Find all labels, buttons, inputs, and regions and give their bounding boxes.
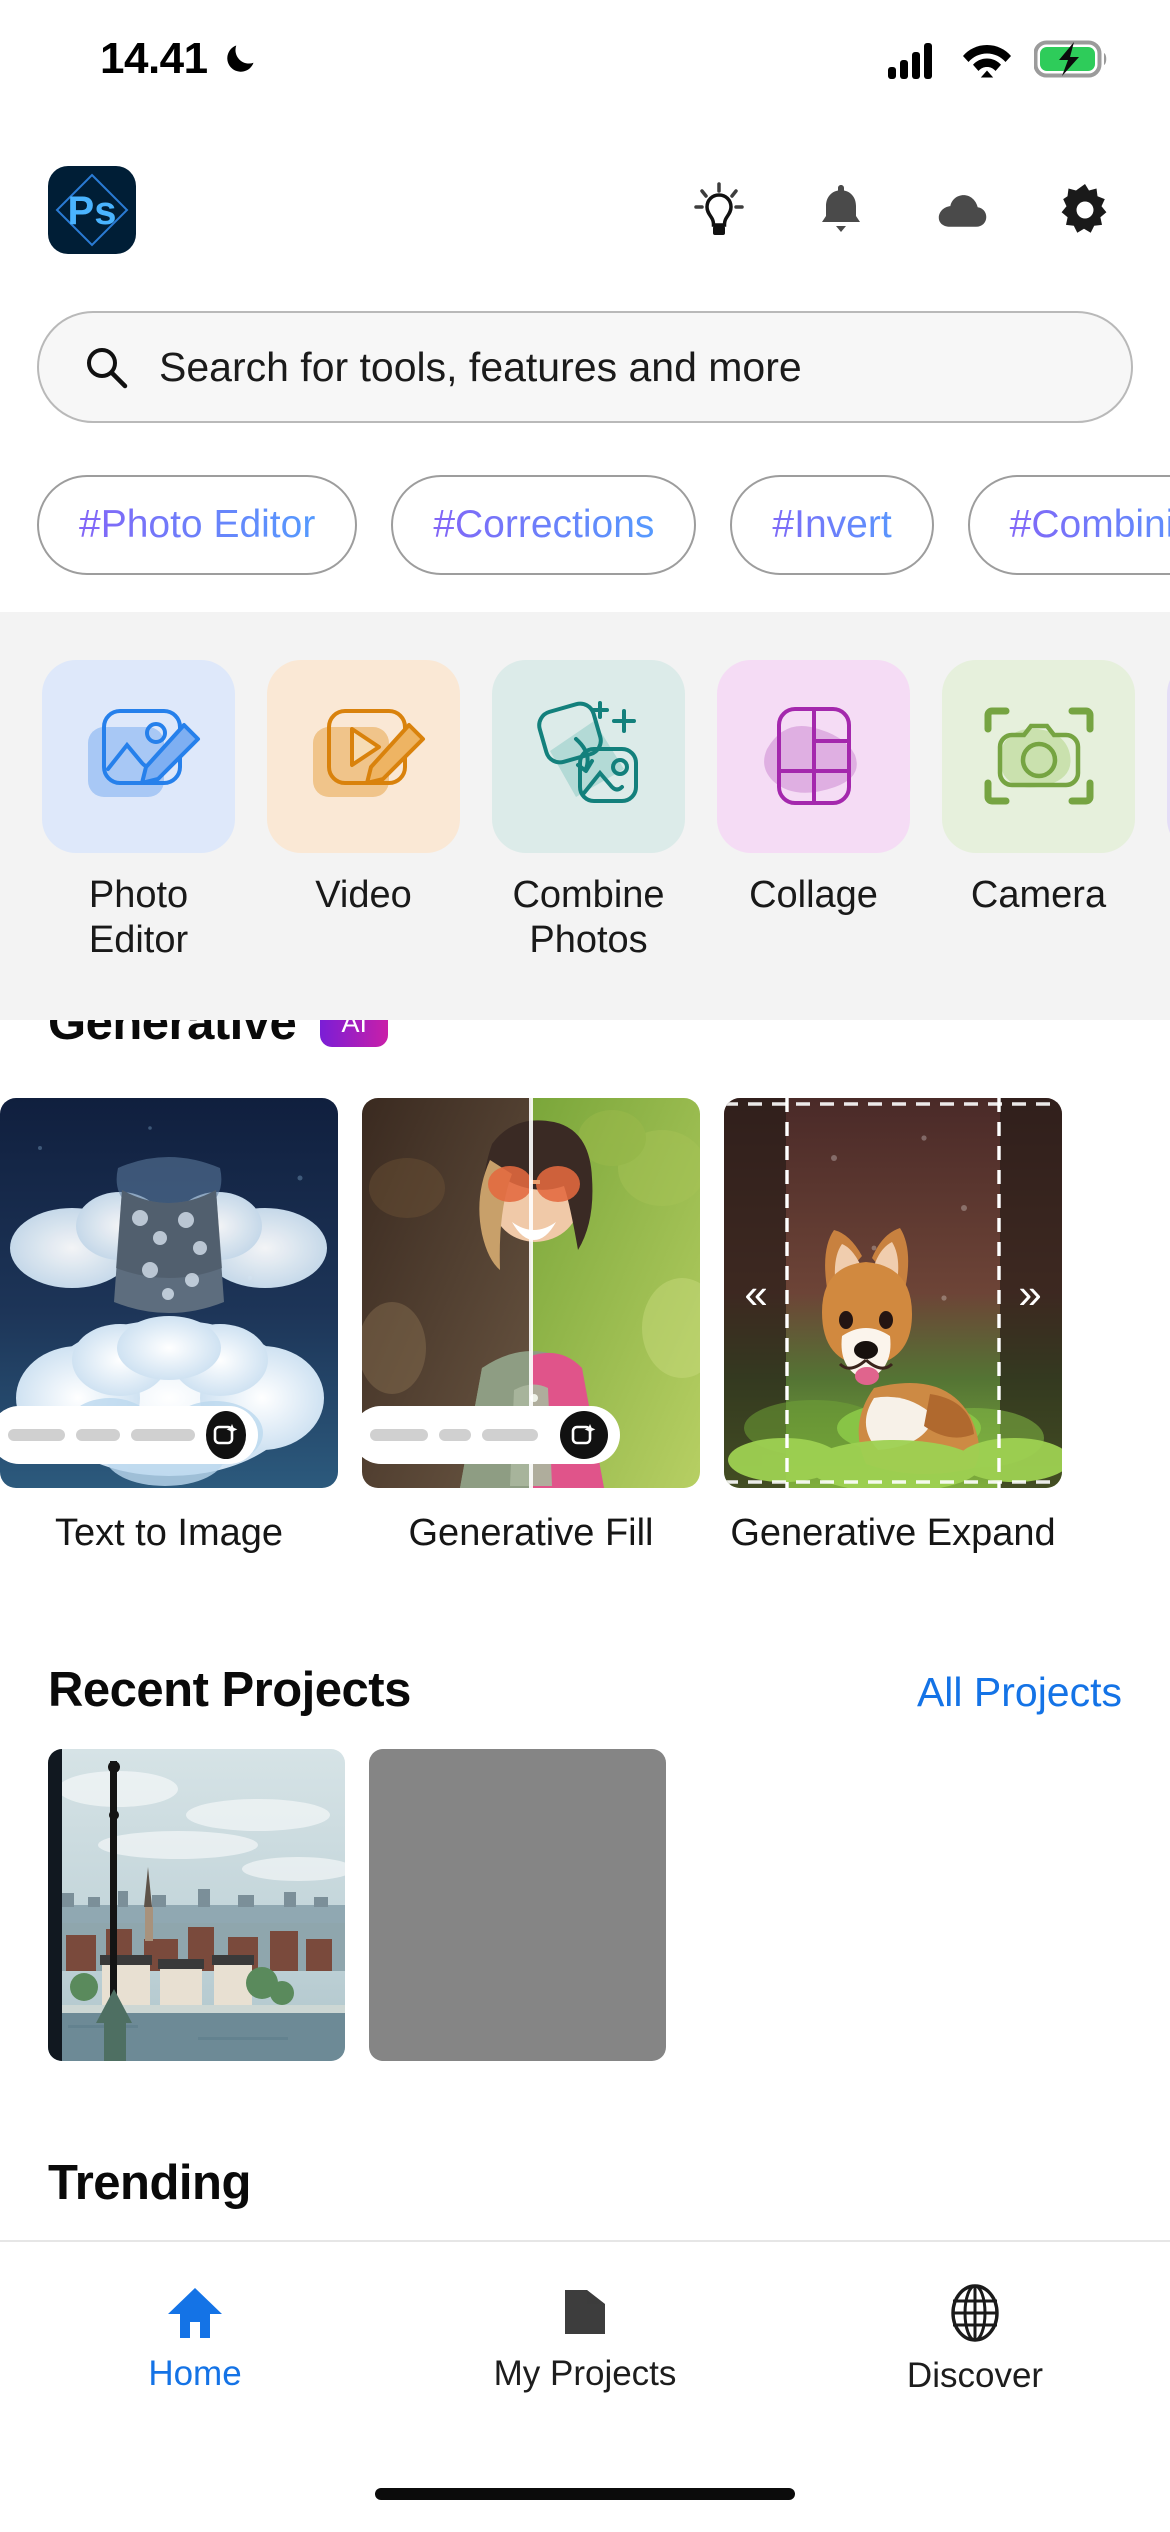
app-header: Ps — [0, 155, 1170, 265]
tool-tile-camera — [942, 660, 1135, 853]
app-header-actions — [692, 182, 1112, 237]
tag-chip-photo-editor[interactable]: #Photo Editor — [37, 475, 358, 575]
recent-projects-header: Recent Projects All Projects — [48, 1662, 1122, 1718]
status-time: 14.41 — [100, 34, 208, 83]
prompt-placeholder-segment — [370, 1429, 428, 1441]
nav-label-my-projects: My Projects — [493, 2354, 677, 2393]
recent-projects-row — [48, 1749, 666, 2061]
generate-button-icon[interactable] — [205, 1411, 246, 1459]
tool-tile-collage — [717, 660, 910, 853]
nav-item-discover[interactable]: Discover — [780, 2284, 1170, 2396]
expand-right-chevron: » — [1018, 1270, 1041, 1317]
bell-icon[interactable] — [814, 183, 868, 237]
globe-icon — [951, 2284, 999, 2342]
search-input[interactable]: Search for tools, features and more — [37, 311, 1133, 423]
recent-projects-title: Recent Projects — [48, 1663, 411, 1717]
all-projects-link[interactable]: All Projects — [917, 1669, 1122, 1716]
status-bar: 14.41 — [0, 0, 1170, 118]
search-icon — [87, 348, 128, 389]
tag-chip-row[interactable]: #Photo Editor #Corrections #Invert #Comb… — [37, 470, 1170, 580]
tool-label-combine-photos: Combine Photos — [512, 874, 665, 961]
expand-left-chevron: « — [744, 1270, 767, 1317]
status-right-group — [888, 39, 1108, 79]
generative-card-generative-fill[interactable]: Generative Fill — [362, 1098, 700, 1555]
tool-photo-editor[interactable]: Photo Editor — [42, 660, 235, 963]
prompt-placeholder-segment — [76, 1429, 120, 1441]
lightbulb-icon[interactable] — [692, 182, 746, 237]
battery-charging-icon — [1034, 40, 1107, 78]
prompt-placeholder-segment — [130, 1429, 195, 1441]
project-thumb-placeholder[interactable] — [369, 1749, 666, 2061]
tag-chip-invert[interactable]: #Invert — [730, 475, 934, 575]
generative-label-generative-fill: Generative Fill — [408, 1512, 654, 1554]
home-indicator[interactable] — [375, 2488, 795, 2500]
tool-tile-video — [267, 660, 460, 853]
tool-label-camera: Camera — [970, 874, 1107, 916]
generative-label-text-to-image: Text to Image — [54, 1512, 284, 1554]
cloud-icon[interactable] — [936, 183, 990, 237]
nav-label-discover: Discover — [906, 2356, 1044, 2395]
thumb-generative-expand: « » — [724, 1098, 1062, 1488]
ps-diamond-icon: Ps — [55, 173, 129, 247]
home-icon — [168, 2288, 222, 2338]
tool-label-photo-editor: Photo Editor — [88, 874, 189, 961]
trending-title: Trending — [48, 2156, 251, 2210]
thumb-cloud-dress — [0, 1098, 338, 1488]
photo-edit-icon — [87, 708, 200, 797]
generative-card-generative-expand[interactable]: « » Generative Expand — [724, 1098, 1062, 1555]
tag-chip-combining[interactable]: #Combining — [967, 475, 1170, 575]
prompt-bar-text-to-image[interactable] — [0, 1406, 258, 1464]
nav-item-home[interactable]: Home — [0, 2284, 390, 2394]
prompt-bar-generative-fill[interactable] — [362, 1406, 620, 1464]
svg-text:Ps: Ps — [68, 189, 117, 233]
prompt-placeholder-segment — [439, 1429, 471, 1441]
tools-panel: Photo Editor Video Combine Photos Collag… — [0, 612, 1170, 1020]
wifi-icon — [963, 45, 1011, 78]
prompt-placeholder-segment — [8, 1429, 66, 1441]
tool-video[interactable]: Video — [267, 660, 460, 963]
project-thumb-stockholm[interactable] — [48, 1749, 345, 2061]
tools-row: Photo Editor Video Combine Photos Collag… — [42, 660, 1170, 963]
tool-camera[interactable]: Camera — [942, 660, 1135, 963]
generate-button-icon[interactable] — [560, 1411, 608, 1459]
tool-tile-combine-photos — [492, 660, 685, 853]
combine-photos-icon — [536, 700, 638, 803]
nav-item-my-projects[interactable]: My Projects — [390, 2284, 780, 2394]
moon-icon — [226, 45, 254, 72]
collage-grid-icon — [763, 706, 857, 805]
tool-label-collage: Collage — [749, 874, 878, 916]
video-edit-icon — [312, 708, 425, 797]
app-screen: 14.41 Ps Search for tools, features and … — [0, 0, 1170, 2532]
bottom-navigation: Home My Projects Discover — [0, 2240, 1170, 2532]
generative-card-row: Text to Image Generative Fill « » Genera… — [0, 1098, 1062, 1555]
photoshop-logo[interactable]: Ps — [48, 166, 136, 254]
search-placeholder-text: Search for tools, features and more — [159, 343, 802, 390]
tool-combine-photos[interactable]: Combine Photos — [492, 660, 685, 963]
status-left-group: 14.41 — [100, 34, 258, 84]
tool-label-video: Video — [315, 874, 412, 916]
camera-icon — [984, 707, 1093, 804]
nav-label-home: Home — [148, 2354, 242, 2393]
generative-label-generative-expand: Generative Expand — [730, 1512, 1056, 1554]
cellular-signal-icon — [888, 43, 932, 79]
folder-icon — [565, 2290, 605, 2334]
generative-card-text-to-image[interactable]: Text to Image — [0, 1098, 338, 1555]
tool-collage[interactable]: Collage — [717, 660, 910, 963]
gear-icon[interactable] — [1058, 183, 1112, 237]
thumb-generative-fill — [362, 1098, 700, 1488]
tag-chip-corrections[interactable]: #Corrections — [391, 475, 697, 575]
tool-tile-photo-editor — [42, 660, 235, 853]
prompt-placeholder-segment — [482, 1429, 538, 1441]
